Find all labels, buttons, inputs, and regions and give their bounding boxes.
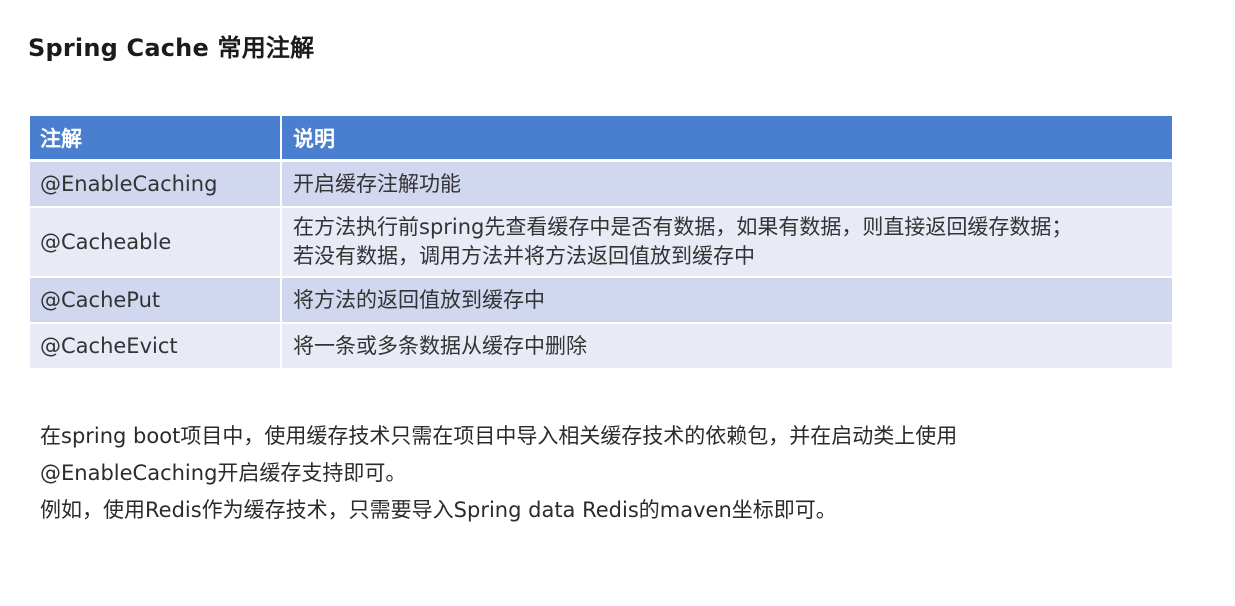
table-header-row: 注解 说明 <box>30 116 1172 162</box>
annotation-table: 注解 说明 @EnableCaching 开启缓存注解功能 @Cacheable… <box>30 116 1172 370</box>
annotation-cell: @EnableCaching <box>30 160 282 208</box>
description-cell: 开启缓存注解功能 <box>281 160 1172 208</box>
notes-section: 在spring boot项目中，使用缓存技术只需在项目中导入相关缓存技术的依赖包… <box>40 418 957 529</box>
note-paragraph: 例如，使用Redis作为缓存技术，只需要导入Spring data Redis的… <box>40 498 837 522</box>
annotation-cell: @Cacheable <box>30 207 282 278</box>
description-line: 将一条或多条数据从缓存中删除 <box>293 333 587 358</box>
header-annotation: 注解 <box>30 116 282 162</box>
table-row: @Cacheable 在方法执行前spring先查看缓存中是否有数据，如果有数据… <box>30 207 1172 278</box>
description-line: 若没有数据，调用方法并将方法返回值放到缓存中 <box>293 244 755 268</box>
table-row: @CachePut 将方法的返回值放到缓存中 <box>30 277 1172 324</box>
note-paragraph: @EnableCaching开启缓存支持即可。 <box>40 461 407 485</box>
description-cell: 将一条或多条数据从缓存中删除 <box>281 323 1172 370</box>
description-line: 将方法的返回值放到缓存中 <box>293 287 545 312</box>
description-line: 开启缓存注解功能 <box>293 171 461 196</box>
header-description: 说明 <box>281 116 1172 162</box>
table-row: @EnableCaching 开启缓存注解功能 <box>30 160 1172 208</box>
page-title: Spring Cache 常用注解 <box>28 34 315 62</box>
description-line: 在方法执行前spring先查看缓存中是否有数据，如果有数据，则直接返回缓存数据； <box>293 215 1073 239</box>
description-cell: 在方法执行前spring先查看缓存中是否有数据，如果有数据，则直接返回缓存数据；… <box>281 207 1172 278</box>
annotation-cell: @CachePut <box>30 277 282 324</box>
description-cell: 将方法的返回值放到缓存中 <box>281 277 1172 324</box>
annotation-cell: @CacheEvict <box>30 323 282 370</box>
table-row: @CacheEvict 将一条或多条数据从缓存中删除 <box>30 323 1172 370</box>
note-paragraph: 在spring boot项目中，使用缓存技术只需在项目中导入相关缓存技术的依赖包… <box>40 424 958 448</box>
